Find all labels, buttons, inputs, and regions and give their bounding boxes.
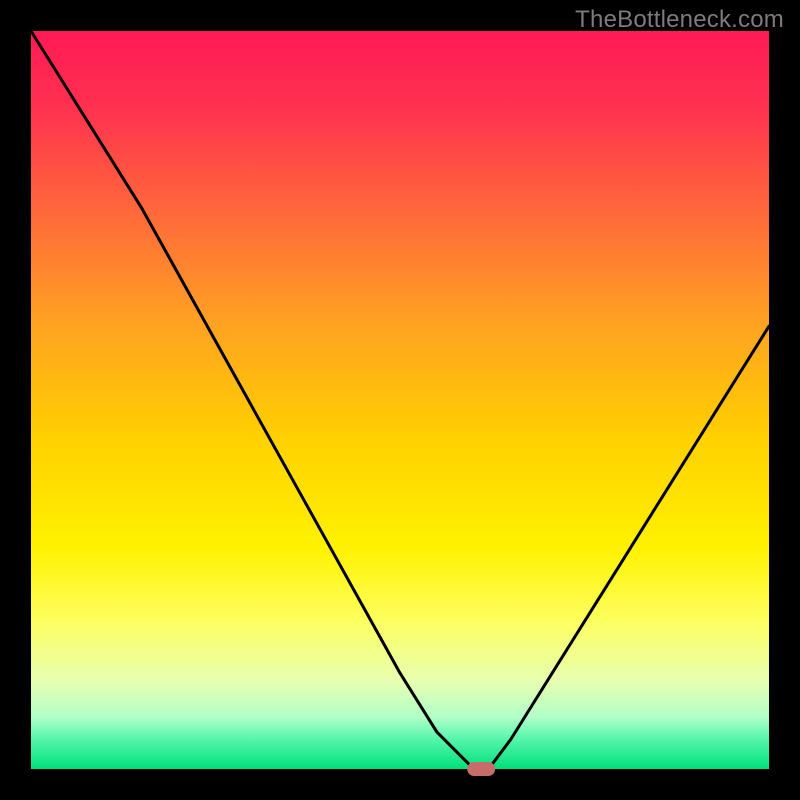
chart-container: TheBottleneck.com bbox=[0, 0, 800, 800]
watermark-text: TheBottleneck.com bbox=[575, 6, 784, 34]
bottleneck-chart bbox=[0, 0, 800, 800]
plot-background bbox=[31, 31, 769, 769]
optimal-marker bbox=[467, 762, 495, 776]
